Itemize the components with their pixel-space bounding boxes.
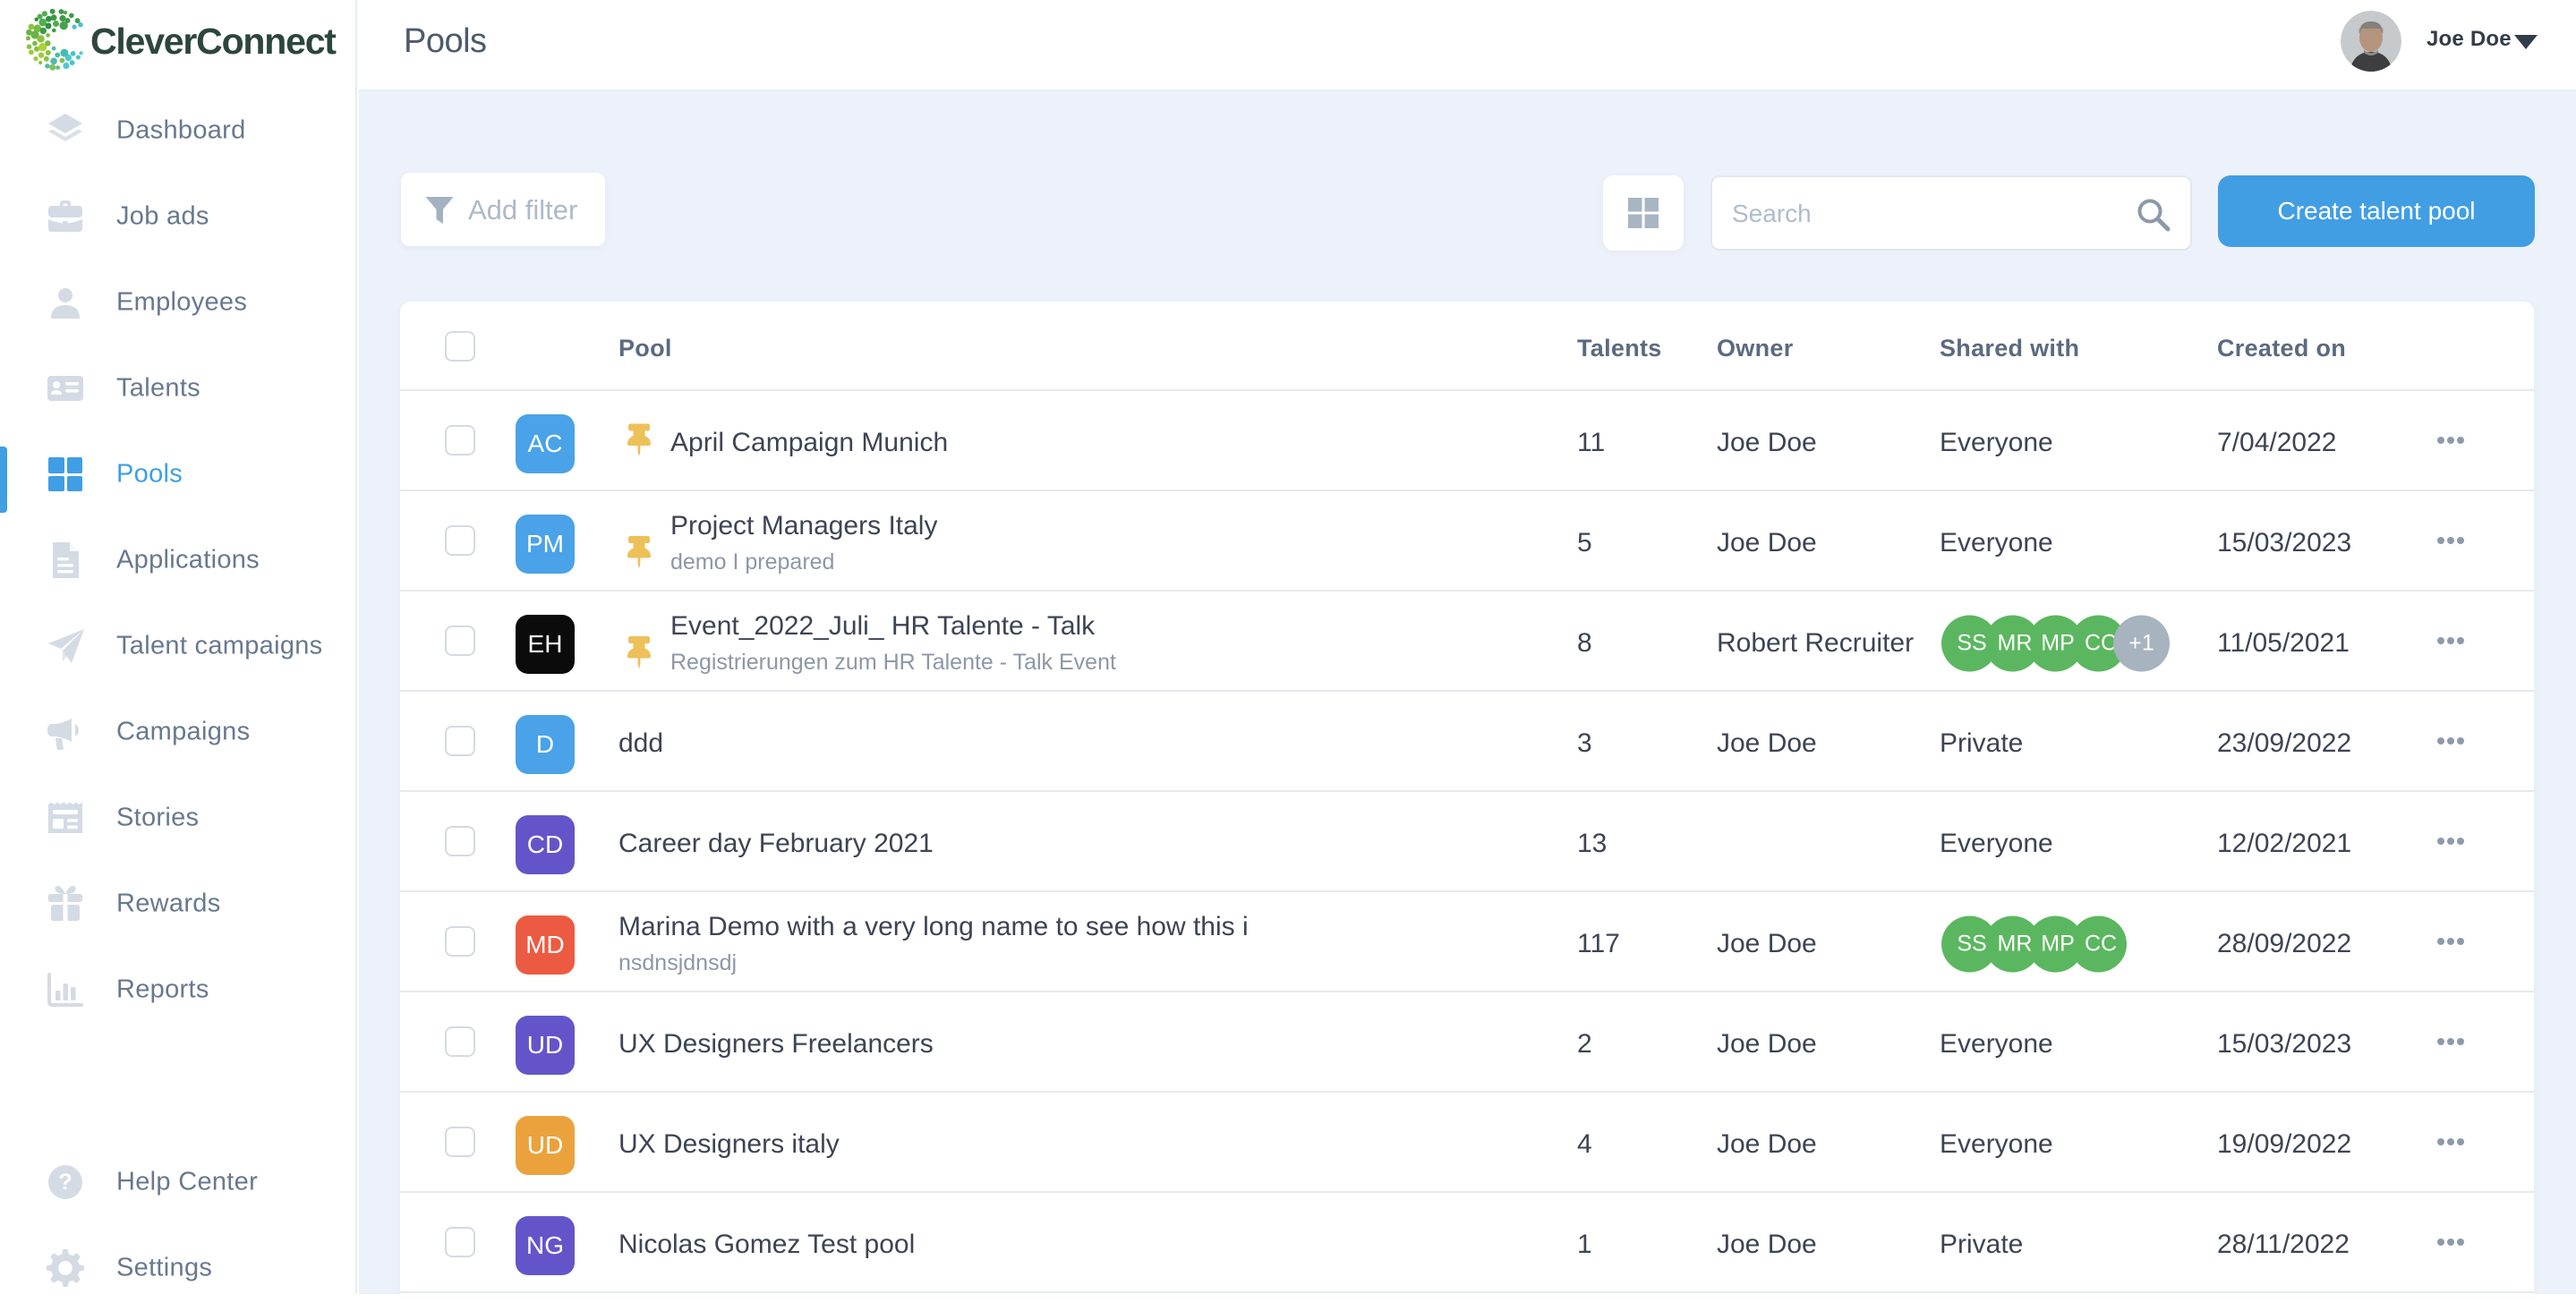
svg-text:?: ? — [58, 1170, 72, 1195]
